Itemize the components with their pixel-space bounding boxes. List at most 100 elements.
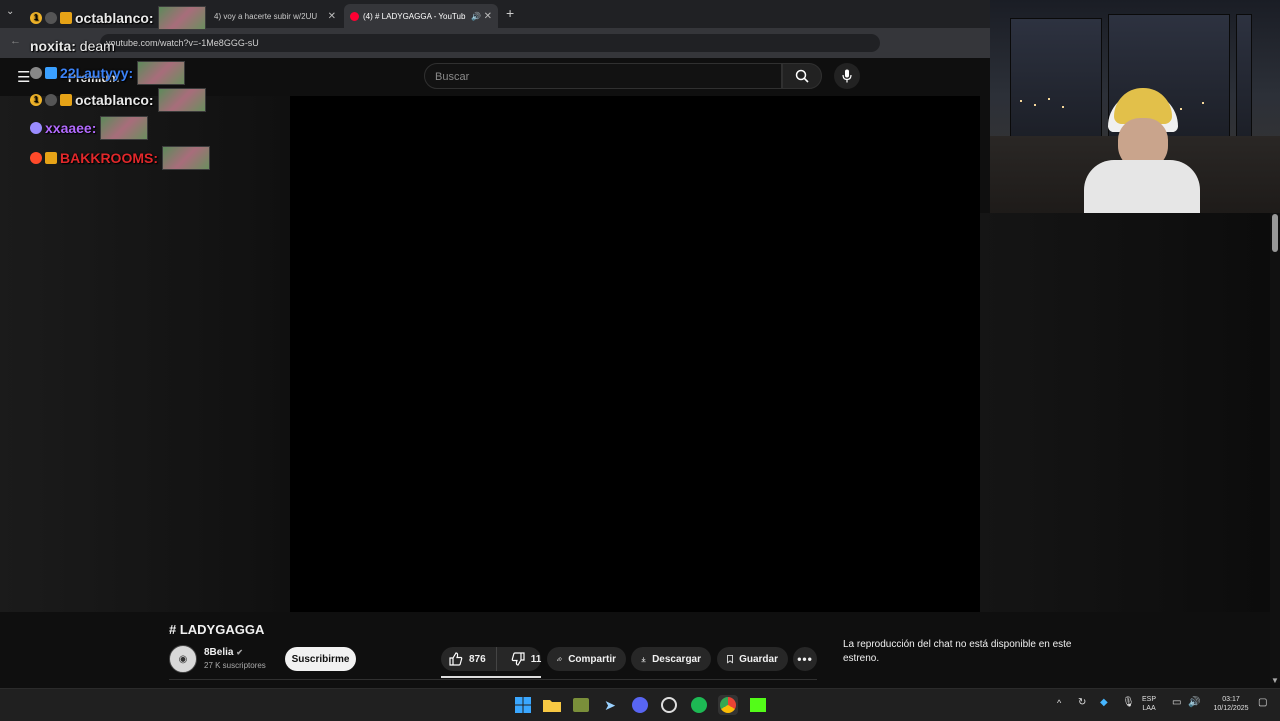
shield-icon[interactable]: ◆ [1100,698,1108,708]
spotify-button[interactable] [689,695,709,715]
microphone-icon [842,69,852,83]
file-explorer-button[interactable] [542,695,562,715]
chrome-icon [720,697,736,713]
start-button[interactable] [513,695,533,715]
chat-colon: : [148,92,154,108]
share-button[interactable]: Compartir [547,647,626,671]
chat-colon: : [128,65,134,81]
spotify-icon [691,697,707,713]
chat-colon: : [91,120,97,136]
channel-name-text: 8Belia [204,647,234,658]
chat-colon: : [148,10,154,26]
clock[interactable]: 03:17 10/12/2025 [1208,695,1254,713]
more-actions-button[interactable]: ••• [793,647,817,671]
share-label: Compartir [568,653,616,665]
subscribe-button[interactable]: Suscribirme [285,647,356,671]
discord-icon [632,697,648,713]
close-tab-icon[interactable]: ✕ [328,11,336,22]
tab-list-chevron-icon[interactable]: ⌄ [6,6,14,17]
show-hidden-icons-chevron-icon[interactable]: ^ [1057,699,1061,708]
like-dislike-group: 876 11 [441,647,541,671]
app-button[interactable] [571,695,591,715]
kick-icon [750,698,766,712]
chat-username: noxita [30,38,72,54]
chrome-button[interactable] [718,695,738,715]
search-button[interactable] [782,63,822,89]
window-pane [1010,18,1102,138]
chat-message: noxita: deam [30,35,115,57]
clock-date: 10/12/2025 [1213,705,1249,712]
chat-username: BAKKROOMS [60,150,154,166]
scrollbar-track[interactable] [1270,213,1280,683]
city-light [1048,98,1050,100]
save-button[interactable]: Guardar [717,647,788,671]
dislike-count: 11 [530,653,542,665]
right-ambient-pane [980,213,1270,612]
channel-name[interactable]: 8Belia ✔ [204,647,243,658]
emote-image [100,116,149,140]
menu-icon[interactable]: ☰ [17,68,30,86]
chat-username: xxaaee [45,120,92,136]
chat-message: 22Lautyyy: [30,61,186,85]
kick-button[interactable] [748,695,768,715]
download-icon [641,656,646,662]
obs-icon [661,697,677,713]
helmet-badge-icon [30,67,42,79]
scroll-down-arrow-icon[interactable]: ▼ [1271,676,1279,685]
voice-search-button[interactable] [834,63,860,89]
sync-icon[interactable]: ↻ [1078,698,1086,708]
emote-image [162,146,211,170]
channel-avatar[interactable]: ◉ [169,645,197,673]
share-icon [557,656,563,662]
divider [169,679,817,680]
close-tab-icon[interactable]: ✕ [484,11,492,22]
thumbs-down-icon [511,652,525,666]
helmet-badge-icon [45,94,57,106]
back-arrow-icon[interactable]: ← [10,35,21,47]
city-light [1202,102,1204,104]
search-icon [795,69,809,83]
volume-icon[interactable]: 🔊 [1188,698,1200,708]
subscriber-count: 27 K suscriptores [204,661,266,670]
network-icon[interactable]: ▭ [1172,698,1181,708]
like-button[interactable]: 876 [441,647,497,671]
helmet-badge-icon [45,12,57,24]
address-bar-row: ← youtube.com/watch?v=-1Me8GGG-sU [0,28,990,58]
obs-button[interactable] [659,695,679,715]
chat-unavailable-notice: La reproducción del chat no está disponi… [843,639,1072,664]
language-code: ESP [1142,696,1157,703]
search-input[interactable]: Buscar [424,63,782,89]
tab-ladygagga[interactable]: (4) # LADYGAGGA - YouTub 🔊 ✕ [344,4,498,28]
notification-icon[interactable]: ▢ [1258,698,1267,708]
scrollbar-thumb[interactable] [1272,214,1278,252]
microphone-tray-icon[interactable]: 🎙 [1122,698,1135,708]
city-light [1062,106,1064,108]
chat-message: 1 octablanco: [30,6,206,30]
discord-button[interactable] [630,695,650,715]
download-button[interactable]: Descargar [631,647,711,671]
7tv-badge-icon [60,12,72,24]
emote-image [157,6,206,30]
steam-button[interactable]: ➤ [600,695,620,715]
language-indicator[interactable]: ESP LAA [1142,695,1156,713]
city-light [1020,100,1022,102]
bookmark-icon [727,654,733,664]
more-dots-icon: ••• [797,652,813,666]
left-ambient-pane [0,96,290,612]
url-field[interactable]: youtube.com/watch?v=-1Me8GGG-sU [100,34,880,52]
clock-time: 03:17 [1222,696,1240,703]
like-count: 876 [469,653,486,665]
emote-image [157,88,206,112]
dislike-button[interactable]: 11 [503,647,550,671]
new-tab-button[interactable]: + [506,5,514,21]
save-label: Guardar [739,653,778,665]
city-light [1180,108,1182,110]
ring-badge-icon [30,122,42,134]
video-player[interactable] [290,96,980,612]
chat-message: BAKKROOMS: [30,146,211,170]
audio-playing-icon[interactable]: 🔊 [471,12,481,21]
emote-image [137,61,186,85]
folder-icon [543,700,561,712]
shirt [1084,160,1200,213]
thumbs-up-icon [449,652,463,666]
